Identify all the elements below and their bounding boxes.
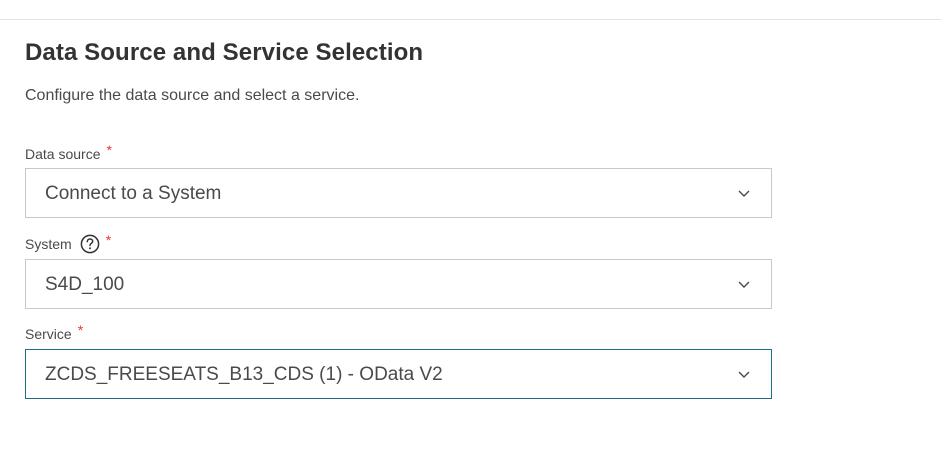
- data-source-service-page: Data Source and Service Selection Config…: [0, 0, 941, 466]
- required-asterisk: *: [105, 232, 112, 248]
- service-value: ZCDS_FREESEATS_B13_CDS (1) - OData V2: [45, 364, 443, 385]
- data-source-value: Connect to a System: [45, 183, 222, 204]
- chevron-down-icon: [738, 371, 750, 378]
- required-asterisk: *: [106, 142, 112, 158]
- chevron-down-icon: [738, 190, 750, 197]
- chevron-down-icon: [738, 281, 750, 288]
- service-label: Service: [25, 326, 72, 342]
- page-subtitle: Configure the data source and select a s…: [25, 87, 360, 104]
- service-dropdown[interactable]: ZCDS_FREESEATS_B13_CDS (1) - OData V2: [25, 349, 772, 399]
- system-dropdown[interactable]: S4D_100: [25, 259, 772, 309]
- data-source-dropdown[interactable]: Connect to a System: [25, 168, 772, 218]
- question-circle-icon[interactable]: [80, 234, 100, 254]
- page-title: Data Source and Service Selection: [25, 39, 424, 66]
- data-source-label-row: Data source *: [25, 142, 112, 162]
- data-source-label: Data source: [25, 146, 101, 162]
- required-asterisk: *: [77, 322, 84, 338]
- service-label-row: Service *: [25, 322, 83, 342]
- system-value: S4D_100: [45, 274, 125, 295]
- system-label: System: [25, 236, 72, 252]
- top-divider: [0, 19, 941, 20]
- system-label-row: System *: [25, 232, 112, 254]
